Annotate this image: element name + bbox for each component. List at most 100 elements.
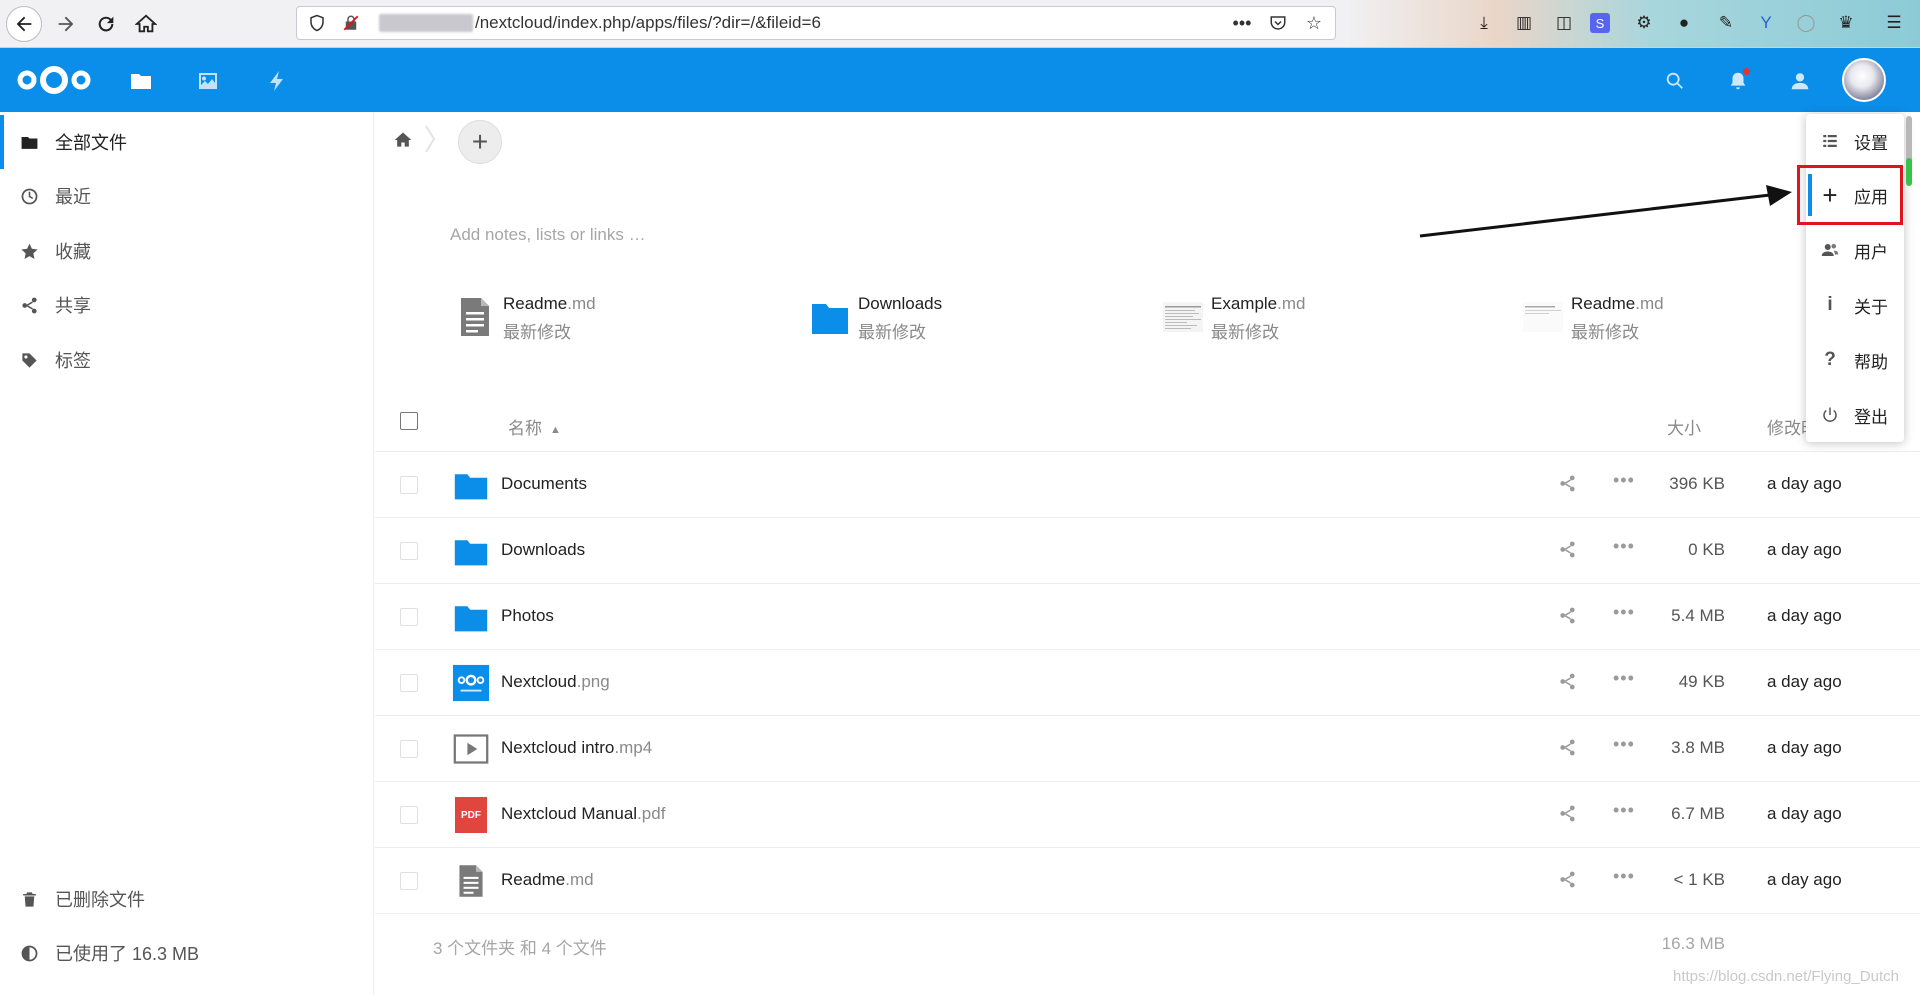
- rich-workspace-placeholder[interactable]: Add notes, lists or links …: [450, 225, 646, 245]
- sidebar-icon[interactable]: ◫: [1550, 9, 1578, 37]
- menu-item-logout[interactable]: 登出: [1806, 388, 1904, 442]
- activity-app-icon[interactable]: [262, 66, 292, 96]
- hamburger-menu-icon[interactable]: ☰: [1880, 9, 1908, 37]
- quota-indicator[interactable]: 已使用了 16.3 MB: [0, 926, 374, 980]
- extension-crown-icon[interactable]: ♛: [1832, 9, 1860, 37]
- pdf-file-icon: PDF: [451, 795, 491, 835]
- address-bar[interactable]: /nextcloud/index.php/apps/files/?dir=/&f…: [296, 6, 1336, 40]
- table-row[interactable]: Documents ••• 396 KB a day ago: [375, 452, 1920, 518]
- new-file-button[interactable]: +: [458, 120, 502, 164]
- more-actions-icon[interactable]: •••: [1613, 668, 1635, 689]
- row-checkbox[interactable]: [400, 806, 418, 824]
- share-icon[interactable]: [1558, 540, 1580, 562]
- url-host-blurred: [379, 14, 473, 32]
- recent-file[interactable]: Example.md 最新修改: [1163, 290, 1503, 346]
- annotation-highlight-box: [1797, 165, 1903, 225]
- table-row[interactable]: PDF Nextcloud Manual.pdf ••• 6.7 MB a da…: [375, 782, 1920, 848]
- shield-icon[interactable]: [303, 9, 331, 37]
- extension-gear-icon[interactable]: ⚙: [1630, 9, 1658, 37]
- file-modified: a day ago: [1767, 540, 1842, 560]
- more-actions-icon[interactable]: •••: [1613, 734, 1635, 755]
- select-all-checkbox[interactable]: [400, 412, 418, 430]
- row-checkbox[interactable]: [400, 542, 418, 560]
- row-checkbox[interactable]: [400, 740, 418, 758]
- file-name[interactable]: Nextcloud.png: [501, 672, 610, 692]
- file-summary-size: 16.3 MB: [1662, 934, 1725, 954]
- forward-button[interactable]: [48, 6, 84, 42]
- extension-circle-icon[interactable]: ◯: [1792, 9, 1820, 37]
- menu-item-help[interactable]: ? 帮助: [1806, 333, 1904, 387]
- library-icon[interactable]: ▥: [1510, 9, 1538, 37]
- folder-icon: [451, 531, 491, 571]
- table-row[interactable]: Downloads ••• 0 KB a day ago: [375, 518, 1920, 584]
- row-checkbox[interactable]: [400, 674, 418, 692]
- sidebar-item-deleted-files[interactable]: 已删除文件: [0, 872, 374, 926]
- extension-s-icon[interactable]: S: [1590, 13, 1610, 33]
- pocket-icon[interactable]: [1265, 10, 1291, 36]
- more-actions-icon[interactable]: •••: [1613, 866, 1635, 887]
- more-actions-icon[interactable]: •••: [1613, 800, 1635, 821]
- extension-leaf-icon[interactable]: ✎: [1712, 9, 1740, 37]
- sidebar-item-recent[interactable]: 最近: [0, 169, 374, 223]
- table-row[interactable]: Readme.md ••• < 1 KB a day ago: [375, 848, 1920, 914]
- bookmark-star-icon[interactable]: ☆: [1301, 10, 1327, 36]
- photos-app-icon[interactable]: [193, 66, 223, 96]
- sidebar-item-all-files[interactable]: 全部文件: [0, 115, 374, 169]
- back-button[interactable]: [6, 6, 42, 42]
- insecure-lock-icon[interactable]: [337, 9, 365, 37]
- extension-y-icon[interactable]: Y: [1752, 9, 1780, 37]
- search-icon[interactable]: [1660, 66, 1690, 96]
- page-actions-icon[interactable]: •••: [1229, 10, 1255, 36]
- sidebar-item-favorites[interactable]: 收藏: [0, 224, 374, 278]
- reload-button[interactable]: [88, 6, 124, 42]
- file-name[interactable]: Downloads: [501, 540, 585, 560]
- nextcloud-logo[interactable]: [14, 62, 94, 98]
- file-name[interactable]: Readme.md: [501, 870, 594, 890]
- recent-file[interactable]: Readme.md 最新修改: [455, 290, 795, 346]
- more-actions-icon[interactable]: •••: [1613, 536, 1635, 557]
- more-actions-icon[interactable]: •••: [1613, 602, 1635, 623]
- row-checkbox[interactable]: [400, 476, 418, 494]
- more-actions-icon[interactable]: •••: [1613, 470, 1635, 491]
- row-checkbox[interactable]: [400, 872, 418, 890]
- share-icon[interactable]: [1558, 738, 1580, 760]
- watermark: https://blog.csdn.net/Flying_Dutch: [1673, 968, 1899, 985]
- column-size[interactable]: 大小: [1667, 414, 1701, 439]
- file-size: 6.7 MB: [1671, 804, 1725, 824]
- download-icon[interactable]: ⤓: [1470, 9, 1498, 37]
- share-icon[interactable]: [1558, 606, 1580, 628]
- file-name[interactable]: Documents: [501, 474, 587, 494]
- column-name[interactable]: 名称▲: [508, 414, 561, 439]
- row-checkbox[interactable]: [400, 608, 418, 626]
- file-modified: a day ago: [1767, 606, 1842, 626]
- sidebar-item-shares[interactable]: 共享: [0, 278, 374, 332]
- avatar[interactable]: [1842, 58, 1886, 102]
- contacts-icon[interactable]: [1785, 66, 1815, 96]
- menu-item-users[interactable]: 用户: [1806, 223, 1904, 277]
- scrollbar[interactable]: [1904, 112, 1914, 882]
- file-name[interactable]: Nextcloud Manual.pdf: [501, 804, 665, 824]
- share-icon[interactable]: [1558, 804, 1580, 826]
- files-app-icon[interactable]: [126, 66, 156, 96]
- breadcrumb-home[interactable]: [391, 128, 415, 152]
- file-name[interactable]: Photos: [501, 606, 554, 626]
- table-row[interactable]: Nextcloud.png ••• 49 KB a day ago: [375, 650, 1920, 716]
- sidebar-item-tags[interactable]: 标签: [0, 333, 374, 387]
- menu-item-label: 用户: [1854, 238, 1888, 263]
- share-icon[interactable]: [1558, 474, 1580, 496]
- share-icon[interactable]: [1558, 672, 1580, 694]
- reload-icon: [95, 13, 117, 35]
- menu-item-about[interactable]: i 关于: [1806, 278, 1904, 332]
- notifications-icon[interactable]: [1723, 66, 1753, 96]
- share-icon[interactable]: [1558, 870, 1580, 892]
- settings-menu: 设置 + 应用 用户 i 关于 ? 帮助 登出: [1806, 114, 1904, 442]
- arrow-right-icon: [55, 13, 77, 35]
- home-button[interactable]: [128, 6, 164, 42]
- table-row[interactable]: Photos ••• 5.4 MB a day ago: [375, 584, 1920, 650]
- menu-item-settings[interactable]: 设置: [1806, 114, 1904, 168]
- pie-chart-icon: [18, 942, 40, 964]
- extension-dots-icon[interactable]: ●: [1670, 9, 1698, 37]
- file-name[interactable]: Nextcloud intro.mp4: [501, 738, 652, 758]
- recent-file[interactable]: Downloads 最新修改: [810, 290, 1150, 346]
- table-row[interactable]: Nextcloud intro.mp4 ••• 3.8 MB a day ago: [375, 716, 1920, 782]
